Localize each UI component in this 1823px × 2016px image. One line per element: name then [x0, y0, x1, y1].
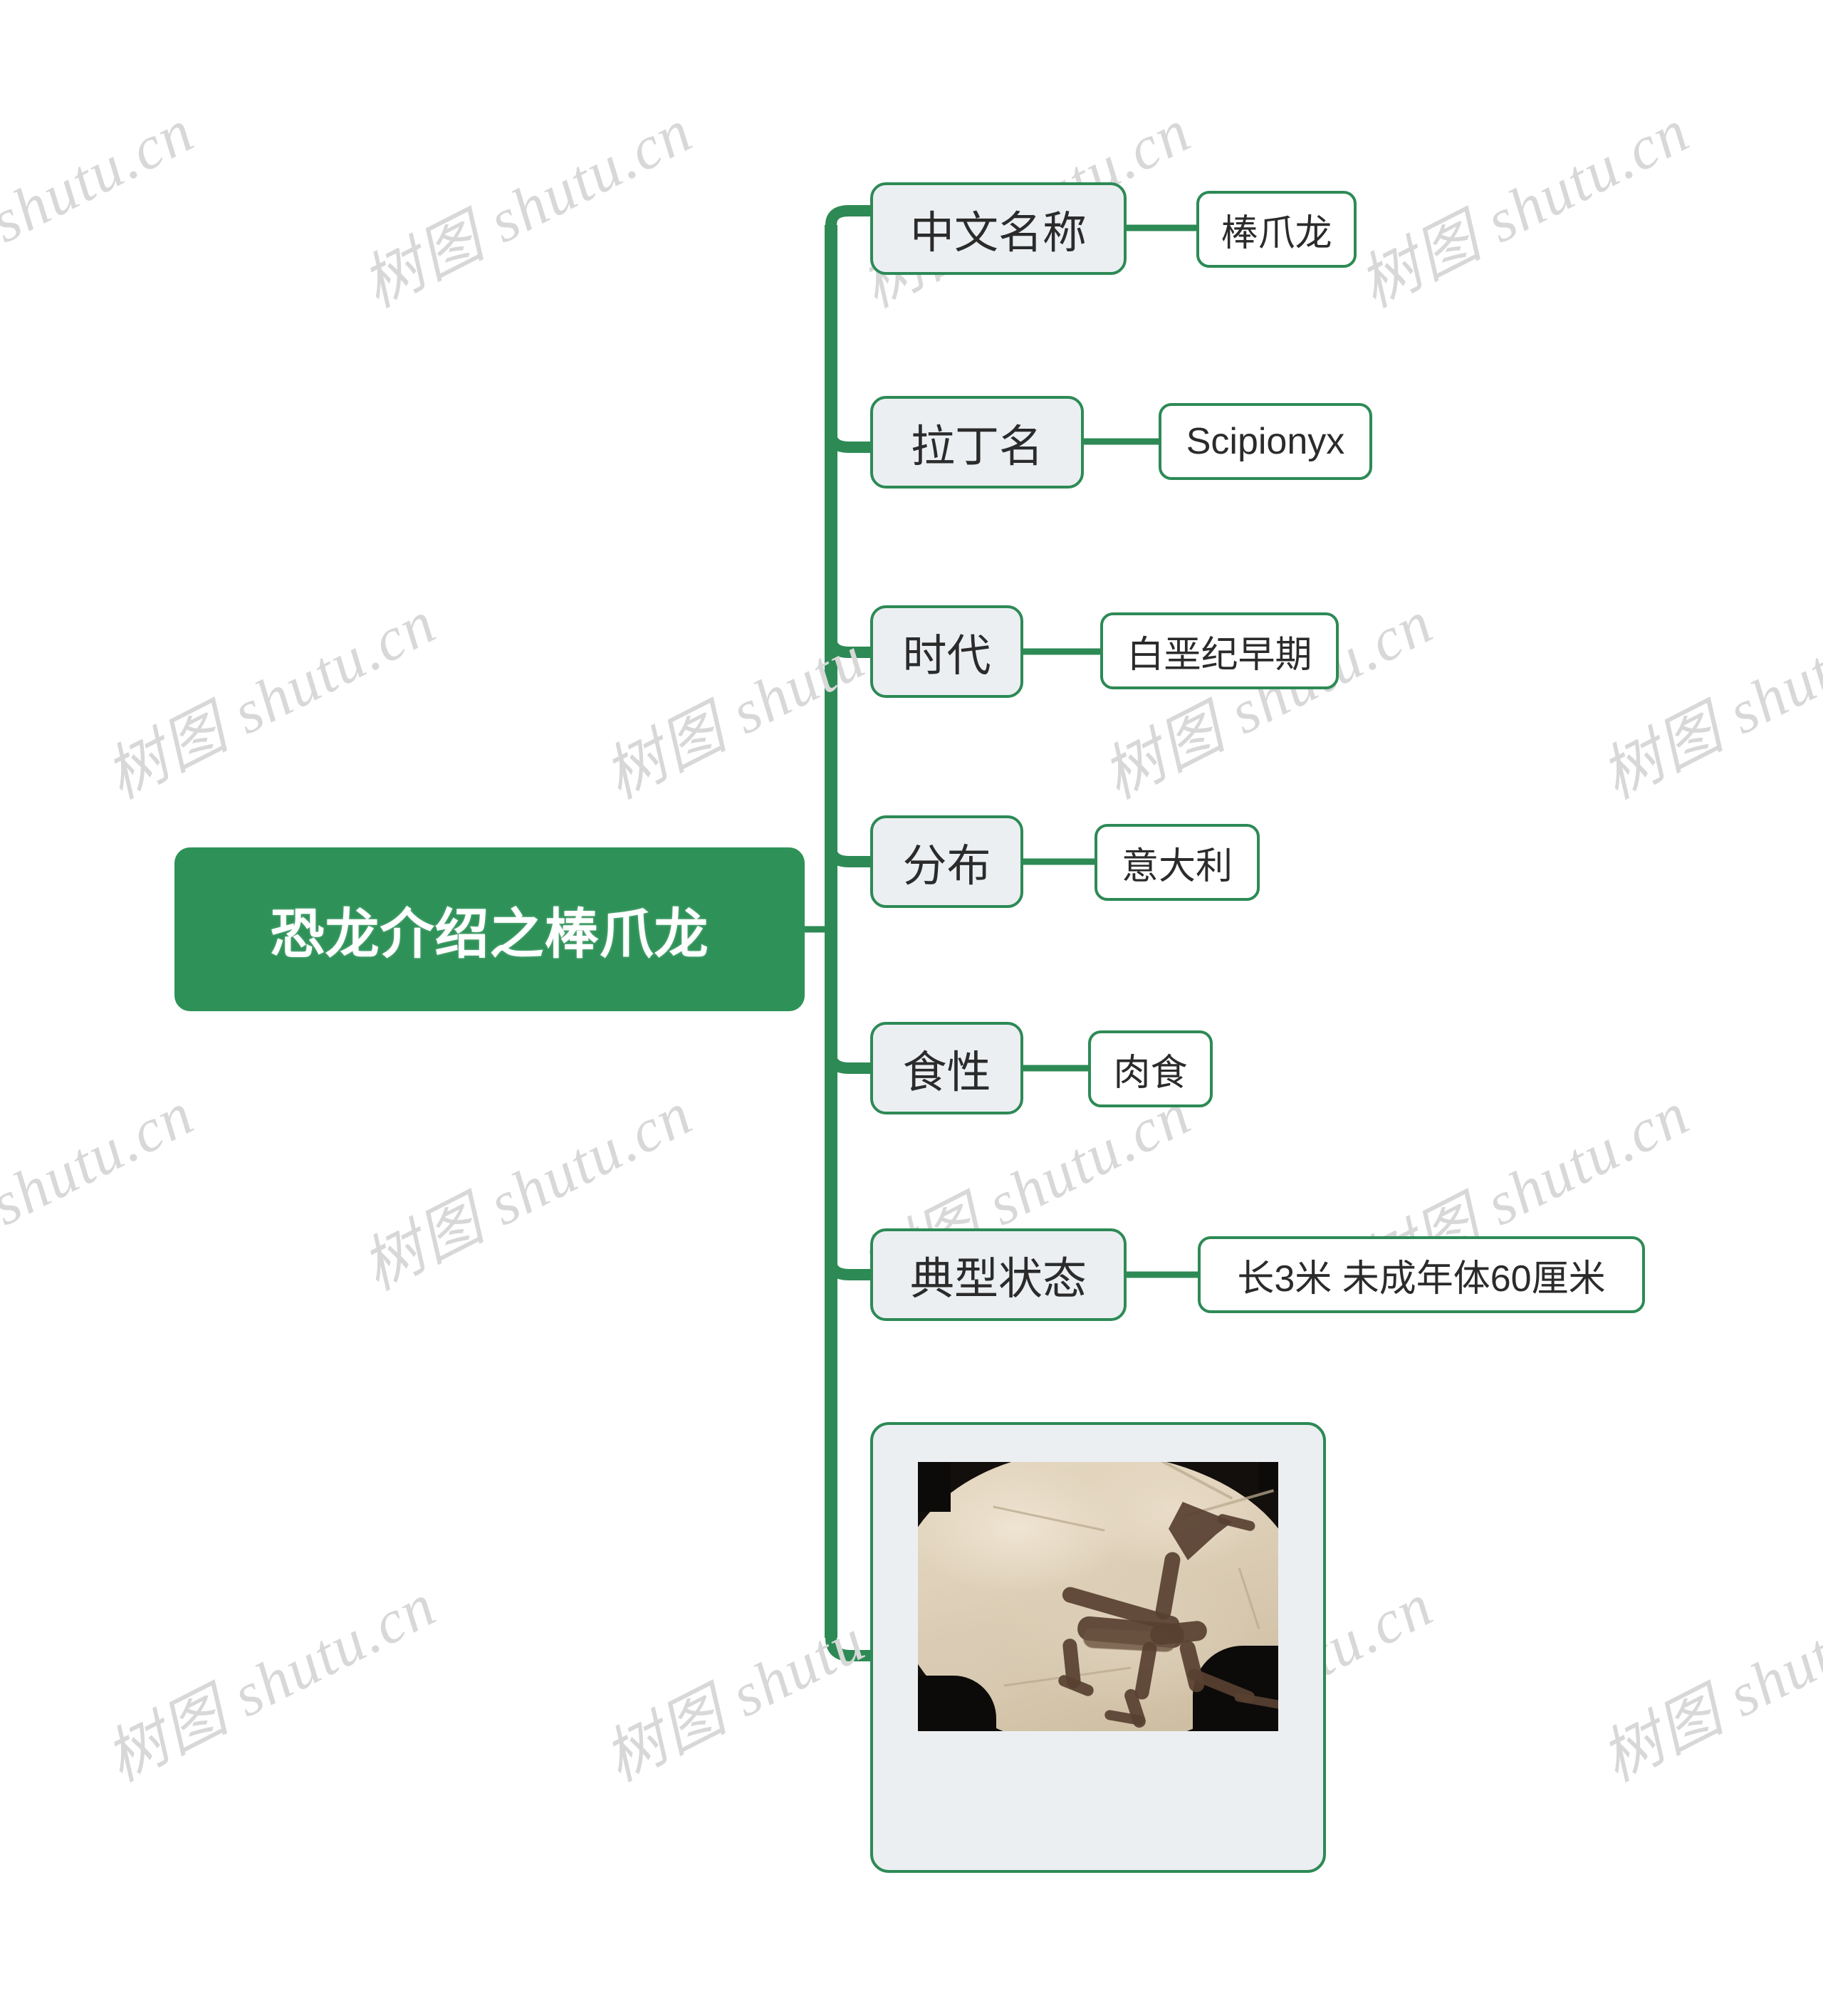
value-node-2[interactable]: 白垩纪早期 [1100, 612, 1339, 689]
photo-corner-shadow-tr [1258, 1462, 1278, 1490]
branch-node-0[interactable]: 中文名称 [870, 182, 1127, 275]
value-node-3[interactable]: 意大利 [1095, 824, 1260, 901]
value-node-5-label: 长3米 未成年体60厘米 [1237, 1258, 1606, 1300]
branch-node-4-label: 食性 [902, 1048, 991, 1097]
photo-corner-shadow-tl [918, 1462, 951, 1512]
branch-node-3-label: 分布 [902, 842, 991, 891]
fossil-photo [918, 1462, 1278, 1731]
branch-node-2[interactable]: 时代 [870, 605, 1023, 698]
value-node-1[interactable]: Scipionyx [1159, 403, 1372, 480]
value-node-3-label: 意大利 [1121, 845, 1233, 887]
value-node-2-label: 白垩纪早期 [1127, 634, 1312, 676]
connector-branch-0 [825, 205, 870, 226]
branch-node-1-label: 拉丁名 [910, 422, 1043, 471]
branch-node-1[interactable]: 拉丁名 [870, 396, 1084, 489]
mindmap-canvas: 树图 shutu.cn树图 shutu.cn树图 shutu.cn树图 shut… [0, 0, 1823, 2016]
value-node-0-label: 棒爪龙 [1221, 212, 1332, 254]
value-node-1-label: Scipionyx [1186, 421, 1345, 462]
branch-node-2-label: 时代 [902, 632, 991, 681]
root-node-label: 恐龙介绍之棒爪龙 [270, 904, 709, 965]
branch-node-5[interactable]: 典型状态 [870, 1228, 1127, 1321]
image-node[interactable] [870, 1422, 1326, 1873]
branch-node-5-label: 典型状态 [909, 1255, 1087, 1304]
connector-branch-image [825, 1637, 870, 1661]
value-node-4-label: 肉食 [1113, 1052, 1188, 1094]
value-node-0[interactable]: 棒爪龙 [1196, 191, 1357, 268]
branch-node-3[interactable]: 分布 [870, 815, 1023, 908]
value-node-5[interactable]: 长3米 未成年体60厘米 [1198, 1236, 1645, 1313]
branch-node-0-label: 中文名称 [909, 209, 1087, 258]
branch-node-4[interactable]: 食性 [870, 1022, 1023, 1114]
value-node-4[interactable]: 肉食 [1088, 1030, 1213, 1107]
root-node[interactable]: 恐龙介绍之棒爪龙 [174, 847, 805, 1011]
